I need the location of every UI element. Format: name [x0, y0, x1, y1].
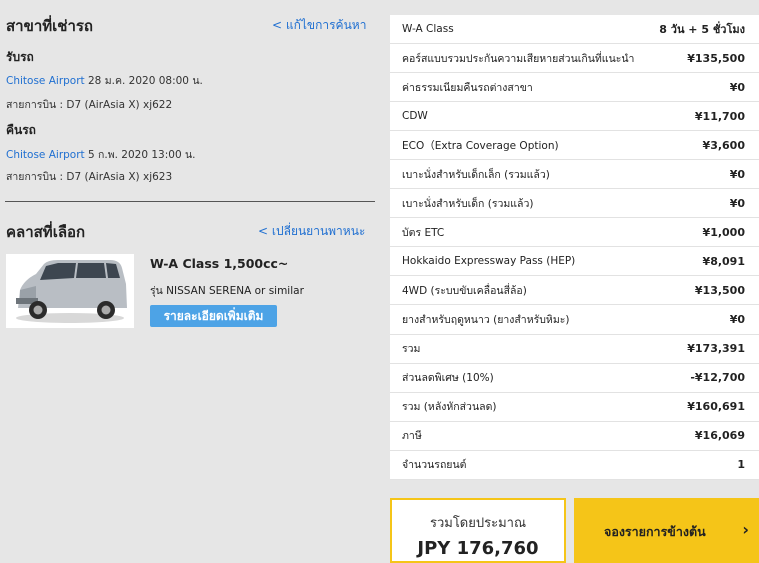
more-details-button[interactable]: รายละเอียดเพิ่มเติม	[150, 305, 277, 327]
price-row: ส่วนลดพิเศษ (10%) -¥12,700	[390, 364, 759, 393]
price-row-label: คอร์สแบบรวมประกันความเสียหายส่วนเกินที่แ…	[402, 52, 635, 65]
price-row-label: บัตร ETC	[402, 226, 445, 239]
price-row: 4WD (ระบบขับเคลื่อนสี่ล้อ) ¥13,500	[390, 276, 759, 306]
booking-summary-left: สาขาที่เช่ารถ < แก้ไขการค้นหา รับรถ Chit…	[0, 0, 380, 563]
price-row-value: 1	[737, 458, 745, 472]
price-row-value: 8 วัน + 5 ชั่วโมง	[659, 23, 745, 37]
price-row-label: 4WD (ระบบขับเคลื่อนสี่ล้อ)	[402, 284, 527, 297]
price-row-label: รวม	[402, 343, 421, 356]
price-row: ECO（Extra Coverage Option) ¥3,600	[390, 131, 759, 161]
price-row: รวม ¥173,391	[390, 335, 759, 364]
price-row-value: ¥173,391	[687, 342, 745, 356]
return-flight: สายการบิน : D7 (AirAsia X) xj623	[6, 171, 173, 183]
pickup-datetime: 28 ม.ค. 2020 08:00 น.	[88, 75, 203, 87]
reserve-button-label: จองรายการข้างต้น	[604, 524, 706, 539]
price-row: ค่าธรรมเนียมคืนรถต่างสาขา ¥0	[390, 73, 759, 103]
price-row-value: ¥13,500	[694, 283, 745, 297]
estimated-total-box: รวมโดยประมาณ JPY 176,760	[390, 498, 566, 563]
price-row-value: -¥12,700	[690, 371, 745, 385]
price-row: คอร์สแบบรวมประกันความเสียหายส่วนเกินที่แ…	[390, 44, 759, 74]
price-row-value: ¥135,500	[687, 51, 745, 65]
price-row-value: ¥0	[729, 167, 745, 181]
price-row-label: ภาษี	[402, 430, 422, 443]
pickup-location-link[interactable]: Chitose Airport	[6, 75, 85, 87]
car-image	[6, 254, 134, 328]
pickup-section-title: สาขาที่เช่ารถ	[6, 17, 94, 35]
price-row-label: Hokkaido Expressway Pass (HEP)	[402, 255, 576, 268]
reserve-button[interactable]: จองรายการข้างต้น ›	[574, 498, 759, 563]
pickup-location-line: Chitose Airport 28 ม.ค. 2020 08:00 น.	[6, 72, 203, 89]
price-row: ภาษี ¥16,069	[390, 422, 759, 451]
pickup-flight: สายการบิน : D7 (AirAsia X) xj622	[6, 99, 173, 111]
price-row-label: CDW	[402, 110, 428, 123]
price-row: รวม (หลังหักส่วนลด) ¥160,691	[390, 393, 759, 422]
edit-search-link[interactable]: < แก้ไขการค้นหา	[272, 16, 366, 35]
price-row-value: ¥1,000	[702, 225, 745, 239]
price-row-label: เบาะนั่งสำหรับเด็ก (รวมแล้ว)	[402, 197, 534, 210]
price-row: บัตร ETC ¥1,000	[390, 218, 759, 248]
price-row-value: ¥16,069	[694, 429, 745, 443]
price-row-value: ¥0	[729, 312, 745, 326]
chevron-right-icon: ›	[742, 520, 749, 539]
price-row-value: ¥8,091	[702, 254, 745, 268]
price-row: จำนวนรถยนต์ 1	[390, 451, 759, 480]
price-row-value: ¥3,600	[702, 138, 745, 152]
estimated-total-value: JPY 176,760	[417, 538, 539, 559]
pickup-heading: รับรถ	[6, 50, 34, 64]
price-row-label: ECO（Extra Coverage Option)	[402, 139, 559, 152]
car-class-name: W-A Class 1,500cc~	[150, 256, 289, 271]
price-row: ยางสำหรับฤดูหนาว (ยางสำหรับหิมะ) ¥0	[390, 305, 759, 335]
price-row: Hokkaido Expressway Pass (HEP) ¥8,091	[390, 247, 759, 277]
return-location-link[interactable]: Chitose Airport	[6, 149, 85, 161]
estimated-total-label: รวมโดยประมาณ	[429, 516, 527, 531]
price-row: เบาะนั่งสำหรับเด็กเล็ก (รวมแล้ว) ¥0	[390, 160, 759, 190]
price-row-label: ค่าธรรมเนียมคืนรถต่างสาขา	[402, 81, 533, 94]
price-row-label: รวม (หลังหักส่วนลด)	[402, 401, 497, 414]
price-breakdown-table: W-A Class 8 วัน + 5 ชั่วโมงคอร์สแบบรวมประ…	[390, 15, 759, 480]
price-row-label: จำนวนรถยนต์	[402, 459, 467, 472]
change-vehicle-link[interactable]: < เปลี่ยนยานพาหนะ	[258, 222, 365, 241]
price-row-value: ¥160,691	[687, 400, 745, 414]
price-row-label: W-A Class	[402, 23, 454, 36]
price-row: เบาะนั่งสำหรับเด็ก (รวมแล้ว) ¥0	[390, 189, 759, 219]
price-row-label: เบาะนั่งสำหรับเด็กเล็ก (รวมแล้ว)	[402, 168, 550, 181]
section-divider	[5, 201, 375, 202]
car-model: รุ่น NISSAN SERENA or similar	[150, 285, 304, 297]
price-row-value: ¥0	[729, 80, 745, 94]
return-location-line: Chitose Airport 5 ก.พ. 2020 13:00 น.	[6, 146, 195, 163]
class-section-title: คลาสที่เลือก	[6, 223, 86, 241]
return-datetime: 5 ก.พ. 2020 13:00 น.	[88, 149, 196, 161]
price-row-value: ¥11,700	[694, 109, 745, 123]
price-row: W-A Class 8 วัน + 5 ชั่วโมง	[390, 15, 759, 45]
price-row-label: ส่วนลดพิเศษ (10%)	[402, 372, 494, 385]
return-heading: คืนรถ	[6, 123, 36, 137]
price-row-value: ¥0	[729, 196, 745, 210]
price-row-label: ยางสำหรับฤดูหนาว (ยางสำหรับหิมะ)	[402, 313, 570, 326]
price-row: CDW ¥11,700	[390, 102, 759, 132]
